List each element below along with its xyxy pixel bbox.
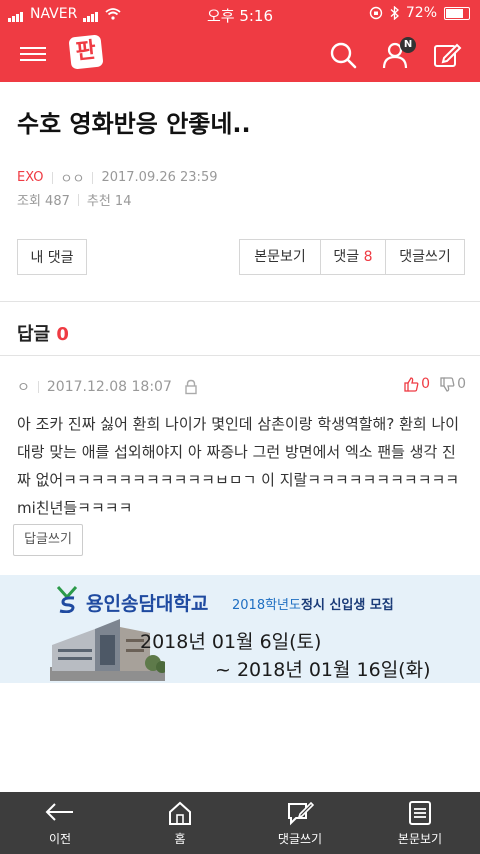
comment-votes: 0 0 [404, 376, 466, 392]
app-header: 판 N [0, 28, 480, 82]
bluetooth-icon [390, 6, 399, 20]
ad-recruit-text: 정시 신입생 모집 [301, 598, 394, 613]
pann-logo[interactable]: 판 [68, 34, 104, 70]
nav-view-post-label: 본문보기 [397, 832, 443, 846]
meta-divider [92, 171, 94, 184]
search-button[interactable] [328, 40, 358, 70]
pencil-edit-icon [434, 43, 462, 67]
thumbs-up-icon [404, 376, 419, 392]
write-comment-button[interactable]: 댓글쓰기 [385, 240, 464, 274]
nav-view-post-button[interactable]: 본문보기 [360, 792, 480, 854]
back-arrow-icon [45, 803, 73, 821]
status-bar: NAVER 오후 5:16 72% [0, 0, 480, 28]
nav-write-comment-label: 댓글쓰기 [277, 832, 323, 846]
nav-back-button[interactable]: 이전 [0, 792, 120, 854]
write-reply-button[interactable]: 답글쓰기 [13, 524, 83, 556]
search-icon [330, 42, 357, 69]
replies-label: 답글 [17, 324, 51, 345]
post-action-group: 본문보기 댓글 8 댓글쓰기 [239, 239, 465, 275]
post-title: 수호 영화반응 안좋네.. [17, 110, 251, 138]
post-meta: EXO ㅇㅇ 2017.09.26 23:59 [17, 168, 217, 187]
status-right: 72% [369, 5, 470, 21]
ad-date-end: ~ 2018년 01월 16일(화) [215, 659, 431, 681]
replies-heading: 답글 0 [17, 320, 69, 346]
notification-badge: N [400, 37, 416, 53]
nav-write-comment-button[interactable]: 댓글쓰기 [240, 792, 360, 854]
comments-tab-label: 댓글 [333, 249, 360, 265]
post-date: 2017.09.26 23:59 [101, 170, 218, 185]
comments-tab-button[interactable]: 댓글 8 [320, 240, 385, 274]
nav-home-label: 홈 [174, 832, 186, 846]
dislike-button[interactable]: 0 [440, 376, 466, 392]
replies-count: 0 [56, 324, 69, 345]
post-views: 조회 487 [17, 194, 70, 209]
profile-button[interactable]: N [380, 37, 416, 70]
comment-meta: ㅇ 2017.12.08 18:07 [17, 377, 198, 397]
comments-count: 8 [363, 249, 373, 265]
bottom-nav: 이전 홈 댓글쓰기 본문보기 [0, 792, 480, 854]
nav-home-button[interactable]: 홈 [120, 792, 240, 854]
school-logo-icon [56, 585, 78, 613]
document-icon [409, 801, 431, 825]
menu-button[interactable] [20, 43, 46, 65]
nav-back-label: 이전 [48, 832, 72, 846]
like-count: 0 [421, 376, 431, 392]
section-divider [0, 355, 480, 356]
battery-icon [444, 6, 470, 20]
thumbs-down-icon [440, 376, 455, 392]
dislike-count: 0 [457, 376, 466, 392]
write-button[interactable] [432, 40, 462, 70]
rotation-lock-icon [369, 6, 383, 20]
ad-banner[interactable]: 용인송담대학교 2018학년도 정시 신입생 모집 2018년 01월 6일(토… [0, 575, 480, 683]
menu-line [20, 47, 46, 49]
comment-text: 아 조카 진짜 싫어 환희 나이가 몇인데 삼촌이랑 학생역할해? 환희 나이대… [17, 415, 460, 517]
view-post-button[interactable]: 본문보기 [240, 240, 320, 274]
post-category[interactable]: EXO [17, 170, 44, 185]
meta-divider [77, 193, 79, 206]
menu-line [20, 59, 46, 61]
menu-line [20, 53, 46, 55]
ad-school-name: 용인송담대학교 [86, 593, 209, 615]
section-divider [0, 301, 480, 302]
ad-date-start: 2018년 01월 6일(토) [140, 631, 322, 653]
post-recommend: 추천 14 [86, 194, 132, 209]
edit-comment-icon [288, 801, 314, 826]
battery-percent: 72% [405, 5, 437, 21]
post-stats: 조회 487 추천 14 [17, 190, 131, 209]
my-comments-button[interactable]: 내 댓글 [17, 239, 87, 275]
like-button[interactable]: 0 [404, 376, 430, 392]
comment-date: 2017.12.08 18:07 [46, 379, 172, 395]
comment-author: ㅇ [17, 380, 30, 396]
meta-divider [51, 171, 53, 184]
lock-icon [185, 379, 197, 395]
home-icon [169, 801, 191, 825]
post-author: ㅇㅇ [60, 172, 85, 187]
meta-divider [37, 381, 39, 393]
ad-year: 2018학년도 [232, 598, 301, 613]
